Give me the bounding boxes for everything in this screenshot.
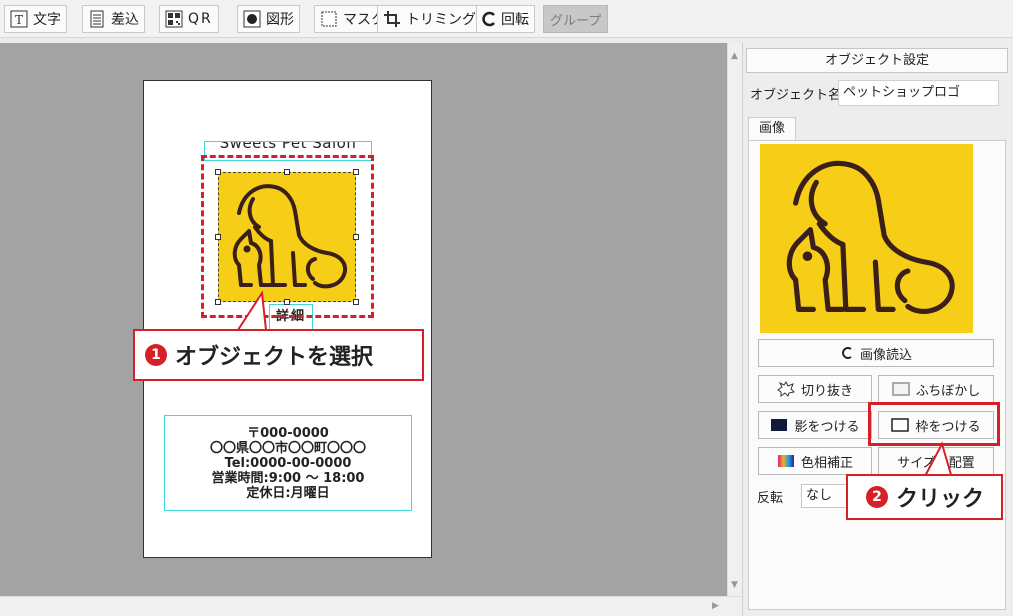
canvas-horizontal-scrollbar[interactable]: ▶: [0, 596, 742, 616]
color-spectrum-icon: [777, 454, 795, 468]
blur-edge-icon: [891, 382, 910, 396]
crop-button[interactable]: 切り抜き: [758, 375, 872, 403]
scroll-right-icon[interactable]: ▶: [712, 601, 719, 611]
group-tool-button[interactable]: グループ: [543, 5, 609, 33]
design-canvas[interactable]: Sweets Pet Salon 詳細 〒000-0000 〇〇県〇〇市〇〇町〇…: [0, 43, 727, 596]
object-name-label: オブジェクト名: [750, 88, 842, 103]
blur-edge-button[interactable]: ふちぼかし: [878, 375, 994, 403]
step2-number-badge: 2: [866, 486, 888, 508]
address-line-2: 〇〇県〇〇市〇〇町〇〇〇: [209, 441, 366, 456]
mask-icon: [319, 9, 339, 29]
step2-callout: 2 クリック: [846, 474, 1003, 520]
reload-icon: [840, 346, 854, 360]
hue-correction-button[interactable]: 色相補正: [758, 447, 872, 475]
address-line-3: Tel:0000-00-0000: [224, 456, 352, 471]
qr-tool-label: QR: [188, 11, 213, 27]
address-line-4: 営業時間:9:00 ～ 18:00: [211, 471, 365, 486]
address-line-5: 定休日:月曜日: [246, 486, 330, 501]
trim-tool-button[interactable]: トリミング: [377, 5, 482, 33]
card-title-text: Sweets Pet Salon: [219, 141, 357, 152]
crop-label: 切り抜き: [800, 383, 853, 399]
step1-callout: 1 オブジェクトを選択: [133, 329, 424, 381]
canvas-vertical-scrollbar[interactable]: ▲ ▼: [727, 43, 742, 596]
flip-label: 反転: [757, 491, 784, 506]
image-preview: [760, 144, 973, 333]
trim-tool-label: トリミング: [406, 12, 476, 28]
group-tool-label: グループ: [550, 13, 602, 29]
merge-tool-label: 差込: [111, 12, 139, 28]
hue-correction-label: 色相補正: [800, 455, 853, 471]
text-tool-button[interactable]: T 文字: [4, 5, 67, 33]
toolbar: T 文字 差込 QR 図形 マスク トリミング 回転 グループ: [0, 0, 1013, 38]
shape-tool-label: 図形: [266, 12, 294, 28]
image-tab-content: 画像読込 切り抜き ふちぼかし 影をつける 枠をつける 色相補正 反転 なし: [748, 140, 1006, 610]
panel-header: オブジェクト設定: [746, 48, 1008, 73]
step1-number-badge: 1: [145, 344, 167, 366]
dog-cat-preview-icon: [786, 160, 955, 314]
text-tool-label: 文字: [33, 12, 61, 28]
text-icon: T: [9, 9, 29, 29]
shadow-label: 影をつける: [794, 419, 860, 435]
scroll-down-icon[interactable]: ▼: [731, 580, 738, 590]
merge-tool-button[interactable]: 差込: [82, 5, 145, 33]
address-line-1: 〒000-0000: [247, 426, 329, 441]
shape-icon: [242, 9, 262, 29]
crop-icon: [382, 9, 402, 29]
rotate-tool-button[interactable]: 回転: [476, 5, 535, 33]
step2-text: クリック: [896, 487, 985, 512]
starburst-icon: [777, 381, 795, 397]
scroll-up-icon[interactable]: ▲: [731, 51, 738, 61]
reload-image-label: 画像読込: [859, 347, 912, 363]
address-textbox[interactable]: 〒000-0000 〇〇県〇〇市〇〇町〇〇〇 Tel:0000-00-0000 …: [164, 415, 412, 511]
reload-image-button[interactable]: 画像読込: [758, 339, 994, 367]
shape-tool-button[interactable]: 図形: [237, 5, 300, 33]
qr-icon: [164, 9, 184, 29]
shadow-icon: [770, 418, 788, 432]
svg-text:T: T: [15, 13, 23, 27]
object-settings-panel: オブジェクト設定 オブジェクト名 ペットショップロゴ 画像 画像読込 切り抜き …: [742, 43, 1013, 616]
qr-tool-button[interactable]: QR: [159, 5, 219, 33]
document-icon: [87, 9, 107, 29]
blur-edge-label: ふちぼかし: [915, 383, 981, 399]
tab-image[interactable]: 画像: [748, 117, 796, 141]
rotate-icon: [481, 9, 497, 29]
object-name-input[interactable]: ペットショップロゴ: [838, 80, 999, 106]
callout1-pointer: [237, 290, 267, 331]
shadow-button[interactable]: 影をつける: [758, 411, 872, 439]
rotate-tool-label: 回転: [501, 12, 529, 28]
step1-text: オブジェクトを選択: [175, 345, 374, 370]
